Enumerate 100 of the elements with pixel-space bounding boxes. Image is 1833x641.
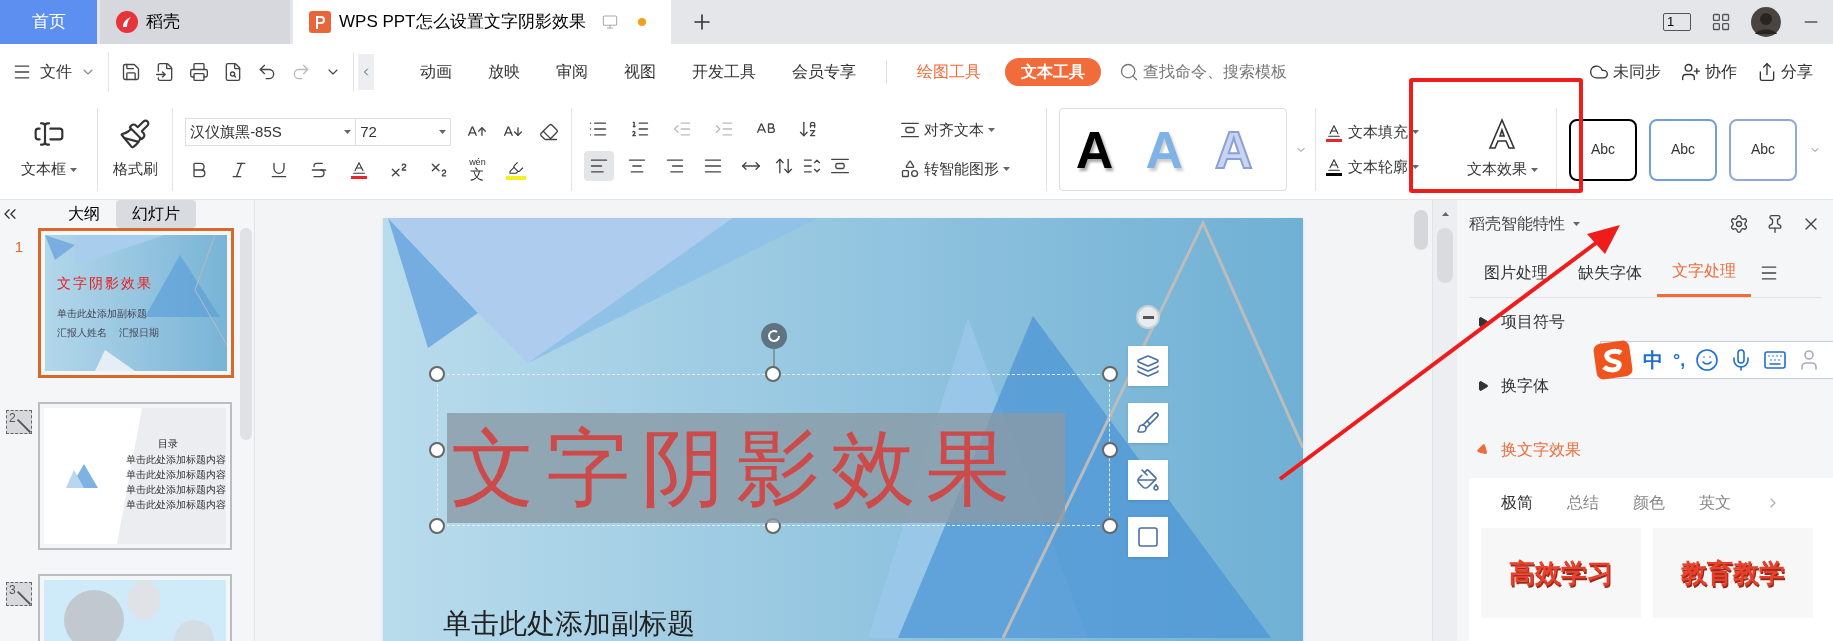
paint-bucket-icon (1136, 468, 1160, 492)
emoji-icon[interactable] (1695, 348, 1720, 372)
search-icon (1119, 62, 1139, 82)
slide-number: 1 (14, 237, 24, 257)
thumbnail-text: 单击此处添加标题内容 (126, 483, 226, 496)
brush-button[interactable] (1128, 403, 1168, 443)
toolbar-action[interactable]: 协作 (1681, 60, 1737, 84)
hidden-slide-marker: 3 (6, 582, 32, 606)
caret-icon (69, 167, 77, 172)
caret-icon (1573, 222, 1580, 226)
sogou-logo-icon[interactable] (1593, 340, 1633, 380)
text-box-button[interactable]: 文本框 (0, 100, 98, 199)
layers-button[interactable] (1128, 346, 1168, 386)
monitor-icon (601, 14, 618, 30)
format-painter-button[interactable]: 格式刷 (98, 100, 173, 199)
print-icon[interactable] (189, 62, 209, 82)
export-icon[interactable] (155, 62, 175, 82)
resize-handle[interactable] (429, 518, 445, 534)
square-icon (1136, 525, 1160, 549)
ribbon-tab[interactable]: 视图 (612, 60, 668, 84)
thumbnail-subtitle: 单击此处添加副标题 (57, 307, 147, 321)
cloud-icon (1589, 62, 1609, 82)
add-user-icon (1681, 62, 1701, 82)
command-search[interactable]: 查找命令、搜索模板 (1119, 60, 1287, 84)
file-menu[interactable]: 文件 (8, 60, 100, 84)
smartart-button[interactable]: 转智能图形 (899, 157, 1038, 180)
panel-tab[interactable]: 大纲 (52, 200, 116, 228)
input-mode[interactable]: 中 (1643, 345, 1663, 375)
resize-handle[interactable] (429, 442, 445, 458)
panel-tab[interactable]: 幻灯片 (116, 200, 196, 228)
ribbon-tab[interactable]: 动画 (408, 60, 464, 84)
slide[interactable]: 文字阴影效果 单击此处添加副标题 (383, 218, 1303, 641)
undo-icon[interactable] (257, 62, 277, 82)
shape-style[interactable]: Abc (1729, 118, 1797, 181)
ribbon-tab[interactable]: 放映 (476, 60, 532, 84)
caret-icon (1002, 166, 1010, 171)
phonetic-guide-button[interactable]: wén 文 (469, 158, 486, 181)
highlight-icon[interactable] (505, 159, 526, 180)
effect-category-tab[interactable]: 总结 (1567, 491, 1599, 515)
vertical-scrollbar[interactable] (1414, 210, 1428, 250)
panel-tab[interactable]: 缺失字体 (1563, 248, 1657, 297)
panel-tab[interactable]: 图片处理 (1469, 248, 1563, 297)
caret-icon (1412, 164, 1420, 169)
effect-category-tab[interactable]: 极简 (1501, 491, 1533, 515)
thumbnail-text: 单击此处添加标题内容 (126, 453, 226, 466)
section-header[interactable]: 换字体 (1477, 374, 1549, 398)
print-preview-icon[interactable] (223, 62, 243, 82)
screen-count-icon[interactable]: 1 (1663, 13, 1691, 31)
text-effect-sample[interactable]: 教育教学 (1653, 528, 1813, 618)
layers-icon (1136, 354, 1160, 378)
text-outline-button[interactable]: 文本轮廓 (1324, 155, 1441, 178)
grid-icon[interactable] (1711, 12, 1731, 32)
wordart-style[interactable]: A (1075, 123, 1114, 176)
clear-format-icon[interactable] (539, 122, 560, 142)
text-effect-button[interactable]: 文本效果 (1448, 100, 1556, 199)
text-fill-icon (1324, 122, 1345, 142)
keyboard-icon[interactable] (1763, 348, 1788, 372)
thumbnail-text: 汇报日期 (119, 326, 159, 340)
caret-icon (1530, 167, 1538, 172)
document-tab[interactable]: 稻壳 (100, 0, 290, 44)
shape-style[interactable]: Abc (1569, 118, 1637, 181)
thumbnail-title: 文字阴影效果 (57, 274, 153, 293)
document-tab[interactable]: WPS PPT怎么设置文字阴影效果 (293, 0, 671, 44)
toolbar-action[interactable]: 分享 (1757, 60, 1813, 84)
resize-handle[interactable] (765, 366, 781, 382)
shape-style[interactable]: Abc (1649, 118, 1717, 181)
resize-handle[interactable] (429, 366, 445, 382)
ribbon-tab[interactable]: 审阅 (544, 60, 600, 84)
fill-button[interactable] (1128, 460, 1168, 500)
text-effect-sample[interactable]: 高效学习 (1481, 528, 1641, 618)
shapes-icon (899, 158, 920, 179)
collapsed-triangle-icon (1477, 380, 1489, 392)
save-icon[interactable] (121, 62, 141, 82)
paintbrush-icon (119, 118, 152, 151)
text-fill-button[interactable]: 文本填充 (1324, 121, 1441, 144)
thumbnail-text: 单击此处添加标题内容 (126, 498, 226, 511)
section-header[interactable]: 项目符号 (1477, 310, 1565, 334)
slide-subtitle[interactable]: 单击此处添加副标题 (443, 603, 695, 641)
panel-title-dropdown[interactable]: 稻壳智能特性 (1469, 212, 1580, 236)
align-text-button[interactable]: 对齐文本 (899, 119, 1038, 142)
effect-category-tab[interactable]: 英文 (1699, 491, 1731, 515)
caret-icon (987, 128, 995, 133)
avatar[interactable] (1751, 7, 1781, 37)
toolbar-action[interactable]: 未同步 (1589, 60, 1661, 84)
slide-thumbnail[interactable]: 文字阴影效果 单击此处添加副标题 汇报人姓名 汇报日期 (45, 235, 227, 371)
caret-icon (1441, 212, 1449, 216)
docer-logo-icon (116, 11, 138, 33)
thumbnail-text: 单击此处添加标题内容 (126, 468, 226, 481)
effect-category-tab[interactable]: 颜色 (1633, 491, 1665, 515)
slide-thumbnail-frame[interactable]: 文字阴影效果 单击此处添加副标题 汇报人姓名 汇报日期 (38, 228, 234, 378)
punctuation-mode[interactable]: °, (1673, 346, 1686, 374)
settings-icon[interactable] (1729, 214, 1749, 234)
ribbon-tab[interactable]: 会员专享 (780, 60, 868, 84)
thumbnail-title: 目录 (158, 437, 178, 451)
collapsed-triangle-icon (1477, 316, 1489, 328)
resize-handle[interactable] (1102, 366, 1118, 382)
ribbon-tab[interactable]: 开发工具 (680, 60, 768, 84)
align-button[interactable] (584, 150, 615, 181)
text-outline-icon (1324, 157, 1345, 177)
border-button[interactable] (1128, 517, 1168, 557)
